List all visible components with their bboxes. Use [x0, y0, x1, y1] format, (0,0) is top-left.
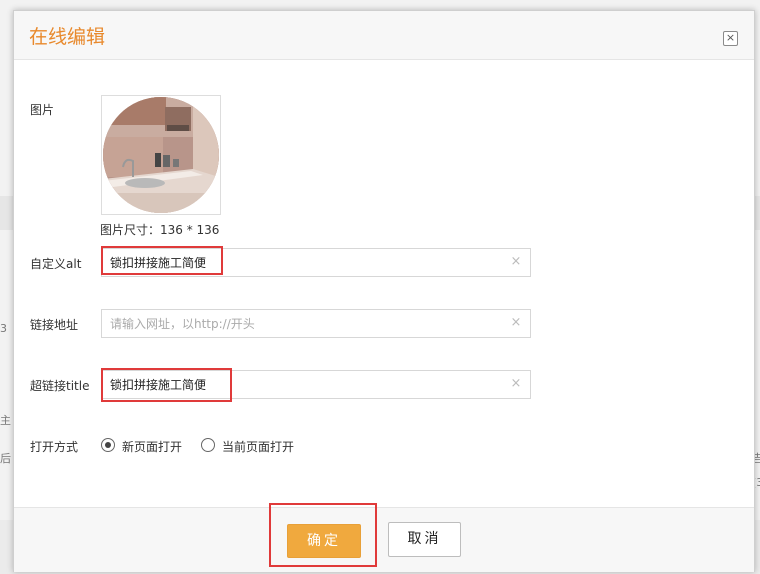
- open-mode-label: 打开方式: [30, 440, 79, 454]
- dialog-title: 在线编辑: [29, 26, 106, 48]
- link-label: 链接地址: [30, 318, 79, 332]
- image-label: 图片: [30, 103, 55, 117]
- radio-new-page-label[interactable]: 新页面打开: [122, 438, 182, 455]
- kitchen-thumbnail: [103, 97, 219, 213]
- radio-new-page[interactable]: [101, 438, 115, 452]
- backdrop-text: 主: [0, 414, 11, 427]
- alt-clear-icon[interactable]: ×: [510, 255, 522, 269]
- title-clear-icon[interactable]: ×: [510, 377, 522, 391]
- link-clear-icon[interactable]: ×: [510, 316, 522, 330]
- radio-current-page[interactable]: [201, 438, 215, 452]
- title-input[interactable]: [110, 371, 500, 398]
- backdrop-text: 后: [0, 452, 11, 465]
- alt-label: 自定义alt: [30, 257, 82, 271]
- kitchen-photo: [103, 97, 219, 213]
- radio-current-page-label[interactable]: 当前页面打开: [222, 438, 294, 455]
- alt-input[interactable]: [110, 249, 500, 276]
- cancel-button[interactable]: 取消: [388, 522, 461, 557]
- image-preview[interactable]: [101, 95, 221, 215]
- online-edit-dialog: 在线编辑 × 图片 图片尺寸：136 * 136 自定义alt 锁扣拼接施工简便…: [13, 10, 755, 572]
- close-icon[interactable]: ×: [723, 31, 738, 46]
- image-size-text: 图片尺寸：136 * 136: [100, 223, 220, 237]
- title-input-box: ×: [101, 370, 531, 399]
- dialog-footer: 确定 取消: [14, 507, 754, 572]
- link-input-box: ×: [101, 309, 531, 338]
- link-input[interactable]: [110, 310, 500, 337]
- dialog-header: 在线编辑 ×: [14, 11, 754, 60]
- title-label: 超链接title: [30, 379, 90, 393]
- backdrop-text: 3: [0, 322, 7, 335]
- alt-input-box: ×: [101, 248, 531, 277]
- confirm-button[interactable]: 确定: [287, 524, 361, 558]
